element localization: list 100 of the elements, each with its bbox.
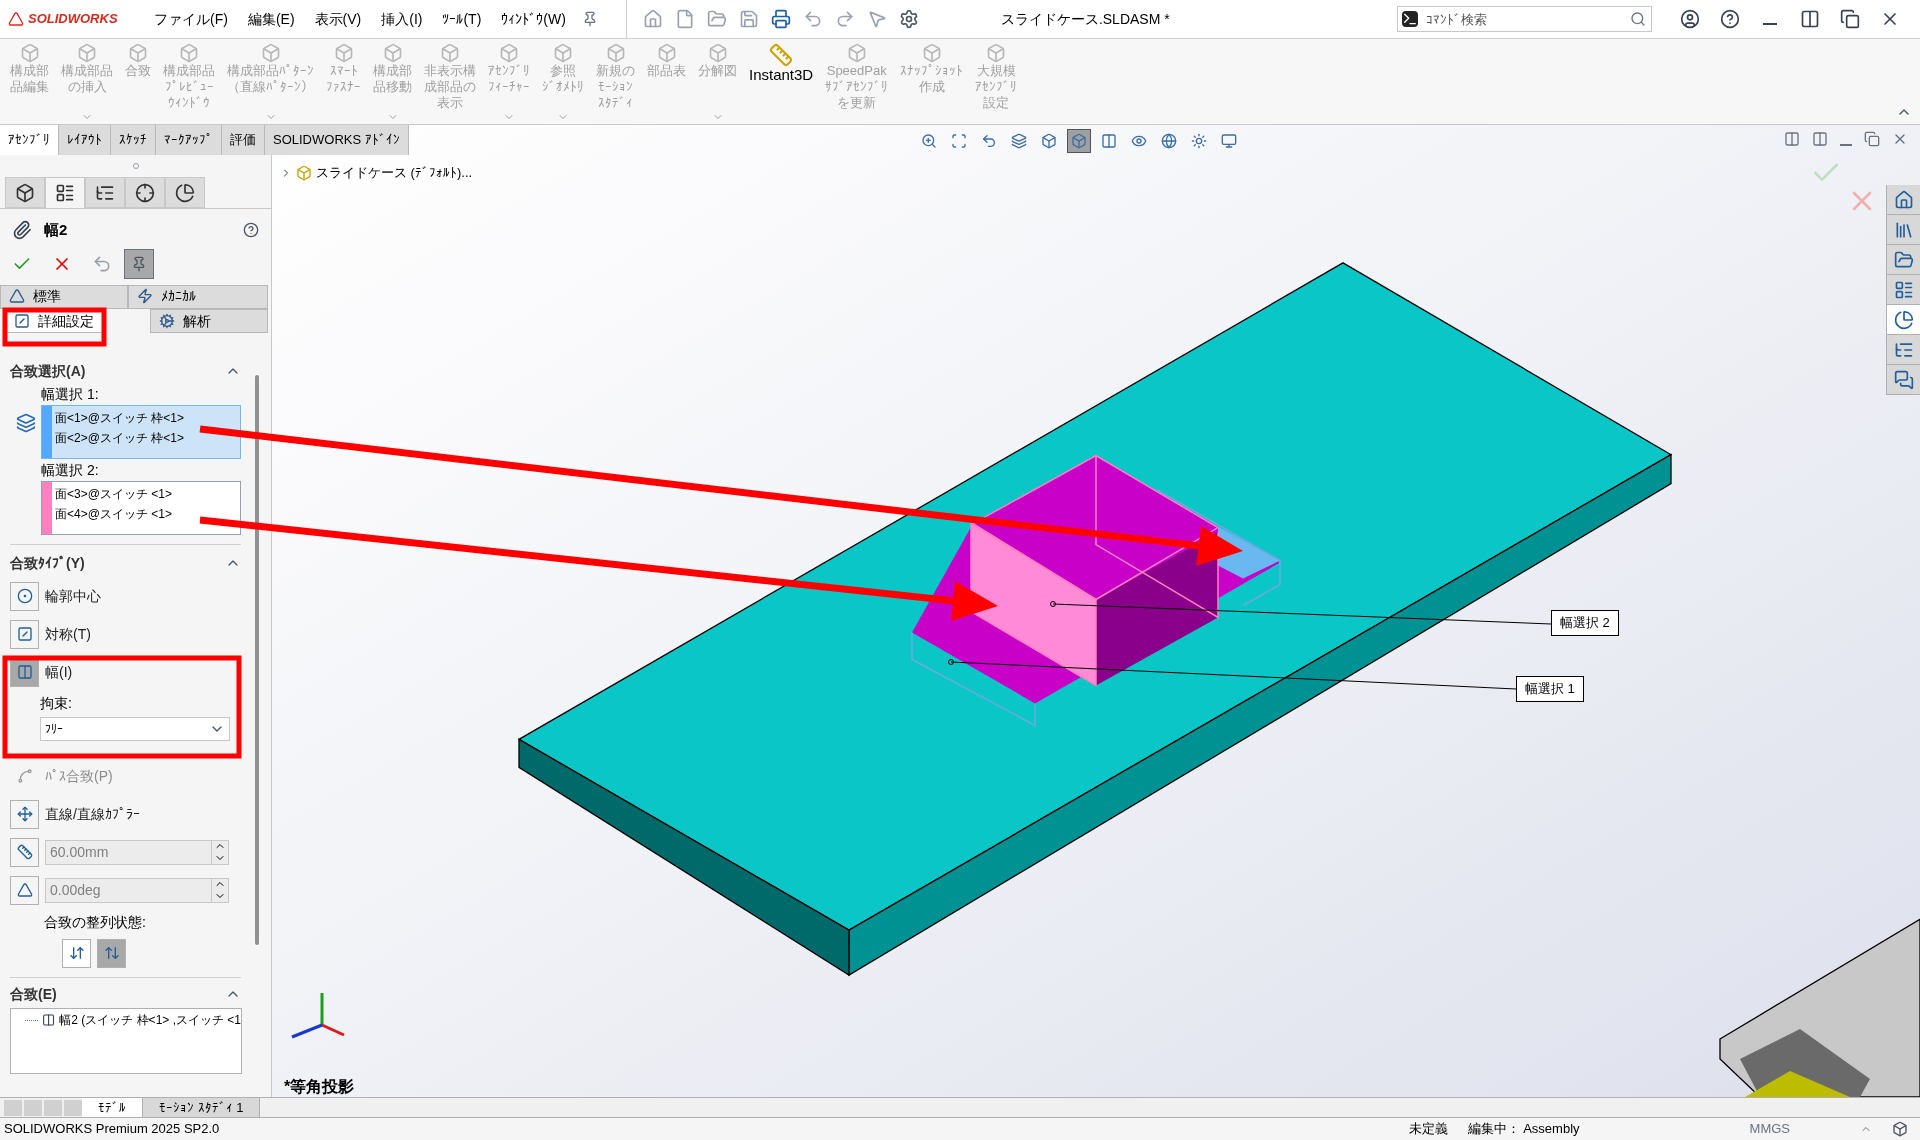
help-icon[interactable] (243, 222, 259, 238)
mate-type-button[interactable] (10, 581, 39, 611)
mate-entry[interactable]: 幅2 (スイッチ 枠<1> ,スイッチ <1 (59, 1011, 241, 1029)
menu-item[interactable]: 表示(V) (310, 8, 366, 30)
view-toolbar-button[interactable] (1067, 129, 1091, 153)
command-tab[interactable]: 評価 (222, 125, 265, 155)
manager-tab[interactable] (45, 177, 85, 208)
selection-entry[interactable]: 面<3>@スイッチ <1> (55, 484, 172, 504)
manager-tab[interactable] (165, 177, 205, 208)
task-pane-tab[interactable] (1887, 335, 1920, 365)
angle-icon (16, 882, 33, 898)
ribbon-button[interactable]: Instant3D (743, 43, 820, 123)
restore-icon[interactable] (1840, 9, 1860, 29)
section-icon (1011, 133, 1027, 149)
task-pane-tab[interactable] (1887, 185, 1920, 215)
eye-icon (1131, 133, 1147, 149)
alignment-button[interactable] (97, 938, 126, 968)
restore-icon[interactable] (1864, 131, 1880, 147)
section-header: 合致選択(A) (10, 361, 86, 381)
tile-icon[interactable] (1800, 9, 1820, 29)
task-pane-tab[interactable] (1887, 215, 1920, 245)
color-wheel-icon (1893, 309, 1914, 330)
cube-icon (260, 43, 281, 63)
help-icon[interactable] (1720, 9, 1740, 29)
selection-list[interactable]: 面<1>@スイッチ 枠<1> 面<2>@スイッチ 枠<1> (41, 405, 241, 459)
command-tab[interactable]: SOLIDWORKS ｱﾄﾞｲﾝ (265, 125, 409, 155)
slash-square-icon (14, 313, 30, 329)
anti-aligned-icon (103, 945, 120, 961)
rebuild-icon[interactable] (1892, 1121, 1908, 1137)
scene-icon (1191, 133, 1207, 149)
manager-tab[interactable] (85, 177, 125, 208)
selection-entry[interactable]: 面<4>@スイッチ <1> (55, 504, 172, 524)
tree-item[interactable]: スライドケース (ﾃﾞﾌｫﾙﾄ)... (316, 163, 473, 183)
menu-item[interactable]: ﾂｰﾙ(T) (438, 8, 486, 30)
logo-icon (8, 11, 24, 27)
chat-icon (1893, 369, 1914, 390)
cube-icon (128, 43, 148, 63)
status-text: 未定義 (1408, 1120, 1448, 1139)
cube-icon (656, 43, 677, 63)
command-tab[interactable]: ﾚｲｱｳﾄ (59, 125, 111, 155)
user-icon[interactable] (1680, 9, 1700, 29)
home-icon (1893, 189, 1914, 210)
selection-entry[interactable]: 面<1>@スイッチ 枠<1> (55, 408, 184, 428)
command-tab[interactable]: ｽｹｯﾁ (111, 125, 156, 155)
cube-icon (499, 43, 519, 63)
monitor-icon (1221, 133, 1237, 149)
task-pane-tab[interactable] (1887, 365, 1920, 395)
mate-type-button[interactable] (10, 619, 39, 649)
bottom-tab[interactable]: ﾓﾃﾞﾙ (82, 1097, 143, 1118)
folder-icon[interactable] (706, 9, 727, 29)
command-tab[interactable]: ﾏｰｸｱｯﾌﾟ (156, 125, 222, 155)
constraint-dropdown[interactable]: ﾌﾘｰ (40, 717, 230, 741)
pointer-icon[interactable] (866, 9, 887, 29)
bottom-tab[interactable]: ﾓｰｼｮﾝ ｽﾀﾃﾞｨ 1 (143, 1097, 261, 1118)
selection-entry[interactable]: 面<2>@スイッチ 枠<1> (55, 428, 184, 448)
menu-item[interactable]: ファイル(F) (150, 8, 232, 30)
field-label: 幅選択 2: (40, 461, 100, 480)
task-pane-tab[interactable] (1887, 245, 1920, 275)
panel-icon[interactable] (1812, 131, 1828, 147)
mates-list[interactable]: 幅2 (スイッチ 枠<1> ,スイッチ <1 (10, 1008, 242, 1074)
task-pane-tab[interactable] (1887, 275, 1920, 305)
save-icon[interactable] (738, 9, 759, 29)
field-label: 合致の整列状態: (43, 913, 147, 932)
cube-icon (846, 43, 867, 63)
printer-icon[interactable] (770, 9, 791, 29)
cube-icon (921, 43, 942, 63)
alignment-button[interactable] (62, 938, 91, 968)
task-pane-tab[interactable] (1887, 305, 1920, 335)
mate-type-label: ﾊﾟｽ合致(P) (45, 766, 113, 786)
color-wheel-icon (175, 182, 195, 203)
cube-icon (333, 43, 354, 63)
command-search-field[interactable]: ｺﾏﾝﾄﾞ検索 (1397, 6, 1652, 32)
zoom-icon (921, 133, 937, 149)
menu-item[interactable]: 挿入(I) (377, 8, 427, 30)
folder-icon (1893, 249, 1914, 270)
cube-icon (553, 43, 573, 63)
undo-icon[interactable] (802, 9, 823, 29)
mate-type-button[interactable] (10, 799, 39, 829)
panel-icon (1101, 133, 1117, 149)
settings-icon[interactable] (898, 9, 919, 29)
settings-tab[interactable]: 解析 (150, 309, 268, 333)
pin-button[interactable] (124, 249, 154, 279)
command-tab[interactable]: ｱｾﾝﾌﾞﾘ (0, 125, 59, 155)
panel-icon[interactable] (1784, 131, 1800, 147)
aligned-icon (68, 945, 85, 961)
settings-tab[interactable]: ﾒｶﾆｶﾙ (128, 285, 268, 309)
settings-tab[interactable]: 標準 (0, 285, 128, 309)
manager-tab[interactable] (5, 177, 45, 208)
cube-icon (986, 43, 1007, 63)
menu-item[interactable]: ｳｨﾝﾄﾞｳ(W) (497, 8, 570, 30)
scrollbar[interactable] (255, 375, 259, 945)
field-label: 幅選択 1: (40, 385, 100, 404)
menu-item[interactable]: 編集(E) (243, 8, 299, 30)
cube-icon (1071, 133, 1087, 149)
home-icon[interactable] (642, 9, 663, 29)
manager-tab[interactable] (125, 177, 165, 208)
search-icon[interactable] (1630, 11, 1646, 27)
unit-system[interactable]: MMGS (1749, 1119, 1790, 1139)
selection-list[interactable]: 面<3>@スイッチ <1> 面<4>@スイッチ <1> (41, 481, 241, 535)
list-icon (55, 183, 75, 203)
